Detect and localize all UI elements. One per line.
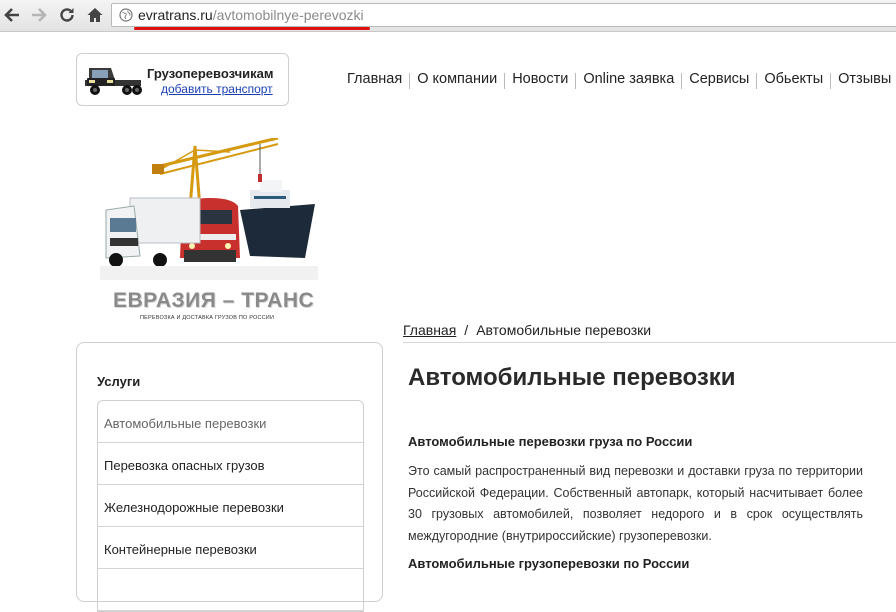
url-text: evratrans.ru/avtomobilnye-perevozki xyxy=(138,7,364,23)
url-highlight-underline xyxy=(134,27,370,30)
top-navigation: Главная О компании Новости Online заявка Сер… xyxy=(347,71,891,89)
reload-icon xyxy=(60,8,74,22)
breadcrumb-separator: / xyxy=(464,322,469,338)
nav-item-online-order[interactable]: Online заявка xyxy=(583,71,674,89)
sidebar-item-next[interactable] xyxy=(98,569,363,611)
forward-arrow-icon xyxy=(32,8,47,22)
nav-item-reviews[interactable]: Отзывы xyxy=(838,71,891,89)
browser-toolbar: evratrans.ru/avtomobilnye-perevozki xyxy=(0,0,896,32)
breadcrumb-divider xyxy=(403,342,896,343)
menu-separator xyxy=(756,73,758,89)
back-button[interactable] xyxy=(1,4,23,26)
sidebar-item-container-transport[interactable]: Контейнерные перевозки xyxy=(98,527,363,569)
sidebar-item-hazardous-cargo[interactable]: Перевозка опасных грузов xyxy=(98,443,363,485)
menu-separator xyxy=(681,73,683,89)
nav-item-news[interactable]: Новости xyxy=(512,71,568,89)
carrier-title: Грузоперевозчикам xyxy=(147,66,274,81)
forward-button[interactable] xyxy=(28,4,50,26)
breadcrumb-current: Автомобильные перевозки xyxy=(476,322,652,338)
services-menu: Автомобильные перевозки Перевозка опасны… xyxy=(97,400,364,612)
breadcrumb-home-link[interactable]: Главная xyxy=(403,322,456,338)
logo-name: ЕВРАЗИЯ – ТРАНС xyxy=(113,289,315,312)
home-button[interactable] xyxy=(84,4,106,26)
sidebar-item-auto-transport[interactable]: Автомобильные перевозки xyxy=(98,401,363,443)
globe-icon xyxy=(119,8,133,22)
section-heading-russia-cargo: Автомобильные перевозки груза по России xyxy=(408,434,693,449)
logo-tagline: ПЕРЕВОЗКА И ДОСТАВКА ГРУЗОВ ПО РОССИИ xyxy=(140,315,275,321)
add-transport-link[interactable]: добавить транспорт xyxy=(161,82,273,96)
section-heading-russia-freight: Автомобильные грузоперевозки по России xyxy=(408,556,690,571)
nav-item-services[interactable]: Сервисы xyxy=(689,71,749,89)
breadcrumb: Главная / Автомобильные перевозки xyxy=(403,322,651,338)
sidebar-item-railway-transport[interactable]: Железнодорожные перевозки xyxy=(98,485,363,527)
truck-icon xyxy=(85,68,142,95)
menu-separator xyxy=(504,73,506,89)
nav-item-home[interactable]: Главная xyxy=(347,71,402,89)
sidebar-heading: Услуги xyxy=(97,374,141,389)
home-icon xyxy=(87,8,103,22)
services-sidebar: Услуги Автомобильные перевозки Перевозка… xyxy=(76,342,383,612)
nav-item-about[interactable]: О компании xyxy=(417,71,497,89)
back-arrow-icon xyxy=(4,8,19,22)
address-bar[interactable]: evratrans.ru/avtomobilnye-perevozki xyxy=(111,3,896,27)
carrier-box: Грузоперевозчикам добавить транспорт xyxy=(76,53,289,106)
menu-separator xyxy=(575,73,577,89)
page-title: Автомобильные перевозки xyxy=(408,364,736,391)
nav-item-objects[interactable]: Обьекты xyxy=(764,71,823,89)
menu-separator xyxy=(409,73,411,89)
reload-button[interactable] xyxy=(56,4,78,26)
intro-paragraph: Это самый распространенный вид перевозки… xyxy=(408,464,863,543)
menu-separator xyxy=(830,73,832,89)
